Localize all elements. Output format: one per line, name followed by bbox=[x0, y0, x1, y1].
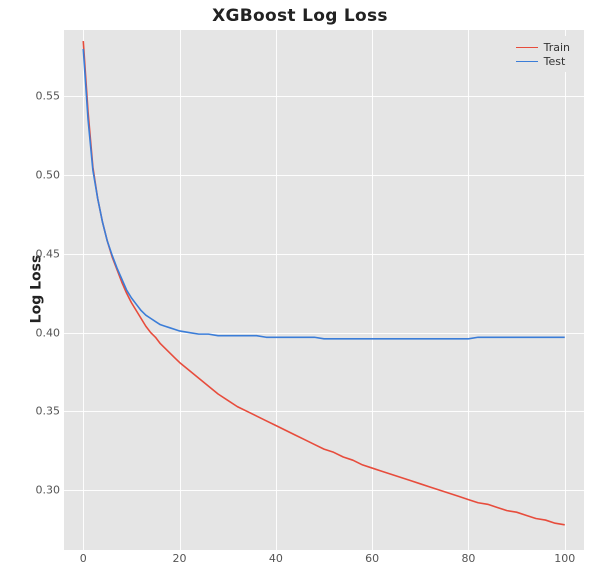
legend-label-train: Train bbox=[544, 41, 570, 54]
legend-entry-test: Test bbox=[516, 54, 570, 68]
chart-title: XGBoost Log Loss bbox=[0, 6, 600, 26]
legend: Train Test bbox=[510, 36, 578, 72]
series-line-train bbox=[83, 41, 564, 525]
legend-entry-train: Train bbox=[516, 40, 570, 54]
x-tick-label: 20 bbox=[173, 552, 187, 565]
x-tick-label: 80 bbox=[461, 552, 475, 565]
x-tick-label: 60 bbox=[365, 552, 379, 565]
x-tick-label: 100 bbox=[554, 552, 575, 565]
chart-lines bbox=[64, 30, 584, 550]
y-tick-label: 0.50 bbox=[10, 168, 60, 181]
x-tick-label: 40 bbox=[269, 552, 283, 565]
x-tick-label: 0 bbox=[80, 552, 87, 565]
series-line-test bbox=[83, 49, 564, 339]
legend-label-test: Test bbox=[544, 55, 566, 68]
y-axis-label: Log Loss bbox=[28, 254, 44, 323]
plot-area: Train Test bbox=[64, 30, 584, 550]
y-tick-label: 0.45 bbox=[10, 247, 60, 260]
figure: XGBoost Log Loss Log Loss Train Test 0 20… bbox=[0, 0, 600, 577]
y-tick-label: 0.40 bbox=[10, 326, 60, 339]
y-tick-label: 0.35 bbox=[10, 405, 60, 418]
y-tick-label: 0.30 bbox=[10, 484, 60, 497]
legend-swatch-test bbox=[516, 61, 538, 62]
y-tick-label: 0.55 bbox=[10, 90, 60, 103]
legend-swatch-train bbox=[516, 47, 538, 48]
